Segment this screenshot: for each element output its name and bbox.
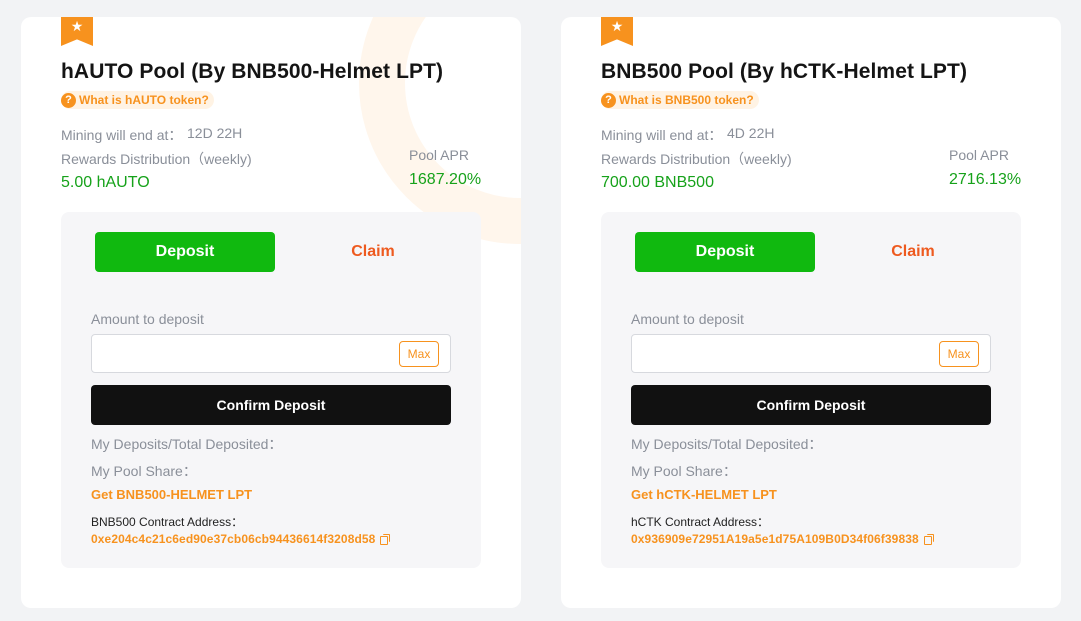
- deposit-panel: Deposit Claim Amount to deposit Max Conf…: [601, 212, 1021, 568]
- amount-field: Max: [631, 334, 991, 374]
- my-pool-share-label: My Pool Share：: [631, 463, 737, 479]
- rewards-label: Rewards Distribution（weekly): [61, 151, 252, 167]
- contract-address[interactable]: 0xe204c4c21c6ed90e37cb06cb94436614f3208d…: [91, 532, 375, 546]
- mining-end-value: 12D 22H: [187, 125, 243, 141]
- pool-card-bnb500: ★ BNB500 Pool (By hCTK-Helmet LPT) ? Wha…: [561, 17, 1061, 608]
- decorative-circle: [359, 17, 521, 244]
- amount-input[interactable]: [640, 335, 934, 374]
- contract-address-label: hCTK Contract Address：: [631, 515, 770, 529]
- tab-claim[interactable]: Claim: [293, 232, 453, 272]
- rewards-value: 5.00 hAUTO: [61, 174, 150, 191]
- deposit-panel: Deposit Claim Amount to deposit Max Conf…: [61, 212, 481, 568]
- get-lpt-link[interactable]: Get hCTK-HELMET LPT: [631, 487, 777, 502]
- apr-value: 1687.20%: [409, 171, 482, 188]
- rewards-label: Rewards Distribution（weekly): [601, 151, 792, 167]
- my-pool-share-label: My Pool Share：: [91, 463, 197, 479]
- tab-deposit[interactable]: Deposit: [635, 232, 815, 272]
- contract-address-row: 0x936909e72951A19a5e1d75A109B0D34f06f398…: [631, 532, 934, 546]
- amount-input[interactable]: [100, 335, 394, 374]
- amount-field: Max: [91, 334, 451, 374]
- star-ribbon-icon: ★: [601, 17, 633, 46]
- help-link[interactable]: ? What is BNB500 token?: [601, 91, 759, 109]
- contract-address-row: 0xe204c4c21c6ed90e37cb06cb94436614f3208d…: [91, 532, 391, 546]
- mining-end-label: Mining will end at：: [601, 127, 723, 143]
- tab-claim[interactable]: Claim: [833, 232, 993, 272]
- get-lpt-link[interactable]: Get BNB500-HELMET LPT: [91, 487, 252, 502]
- apr-value: 2716.13%: [949, 171, 1022, 188]
- my-deposits-label: My Deposits/Total Deposited：: [631, 436, 823, 452]
- rewards-value: 700.00 BNB500: [601, 174, 714, 191]
- question-circle-icon: ?: [601, 92, 616, 108]
- mining-end-value: 4D 22H: [727, 125, 775, 141]
- contract-address-label: BNB500 Contract Address：: [91, 515, 244, 529]
- question-circle-icon: ?: [61, 92, 76, 108]
- apr-label: Pool APR: [409, 147, 469, 163]
- copy-icon[interactable]: [380, 534, 391, 545]
- amount-label: Amount to deposit: [631, 311, 744, 327]
- help-link-label: What is hAUTO token?: [79, 93, 209, 107]
- mining-end-label: Mining will end at：: [61, 127, 183, 143]
- pool-card-hauto: ★ hAUTO Pool (By BNB500-Helmet LPT) ? Wh…: [21, 17, 521, 608]
- pool-title: BNB500 Pool (By hCTK-Helmet LPT): [601, 60, 968, 83]
- copy-icon[interactable]: [923, 534, 934, 545]
- pool-title: hAUTO Pool (By BNB500-Helmet LPT): [61, 60, 444, 83]
- help-link-label: What is BNB500 token?: [619, 93, 754, 107]
- amount-label: Amount to deposit: [91, 311, 204, 327]
- star-ribbon-icon: ★: [61, 17, 93, 46]
- tab-deposit[interactable]: Deposit: [95, 232, 275, 272]
- confirm-deposit-button[interactable]: Confirm Deposit: [631, 385, 991, 425]
- apr-label: Pool APR: [949, 147, 1009, 163]
- help-link[interactable]: ? What is hAUTO token?: [61, 91, 214, 109]
- confirm-deposit-button[interactable]: Confirm Deposit: [91, 385, 451, 425]
- my-deposits-label: My Deposits/Total Deposited：: [91, 436, 283, 452]
- max-button[interactable]: Max: [939, 341, 979, 367]
- max-button[interactable]: Max: [399, 341, 439, 367]
- contract-address[interactable]: 0x936909e72951A19a5e1d75A109B0D34f06f398…: [631, 532, 919, 546]
